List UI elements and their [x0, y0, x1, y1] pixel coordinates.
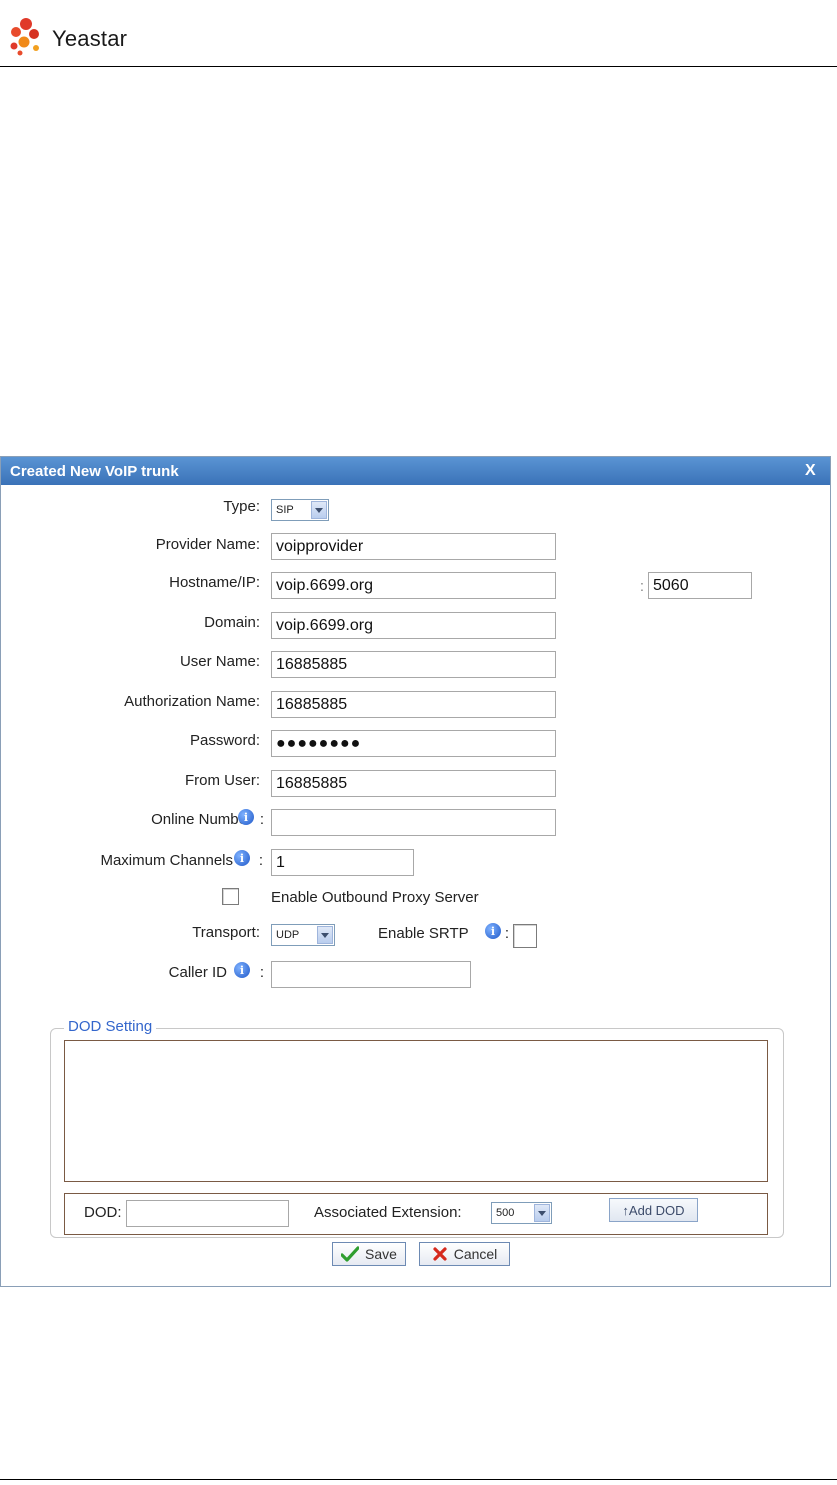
- chevron-down-icon: [311, 501, 327, 519]
- provider-name-label: Provider Name:: [155, 536, 260, 553]
- info-icon[interactable]: i: [238, 809, 254, 825]
- cancel-label: Cancel: [453, 1246, 498, 1262]
- outbound-proxy-label: Enable Outbound Proxy Server: [271, 889, 479, 906]
- close-button[interactable]: X: [805, 462, 816, 480]
- max-channels-input[interactable]: [271, 849, 414, 876]
- online-number-input[interactable]: [271, 809, 556, 836]
- user-name-label: User Name:: [179, 653, 260, 670]
- password-label: Password:: [189, 732, 260, 749]
- outbound-proxy-checkbox[interactable]: [222, 888, 239, 905]
- transport-label: Transport:: [192, 924, 260, 941]
- dod-label: DOD:: [84, 1204, 122, 1221]
- assoc-ext-select[interactable]: 500: [491, 1202, 552, 1224]
- domain-label: Domain:: [204, 614, 260, 631]
- srtp-label: Enable SRTP: [378, 925, 469, 942]
- max-channels-label: Maximum Channels: [100, 852, 233, 869]
- transport-select-value: UDP: [276, 929, 300, 941]
- assoc-ext-label: Associated Extension:: [314, 1204, 462, 1221]
- user-name-input[interactable]: [271, 651, 556, 678]
- max-channels-colon: :: [258, 852, 263, 869]
- caller-id-input[interactable]: [271, 961, 471, 988]
- transport-select[interactable]: UDP: [271, 924, 335, 946]
- info-icon[interactable]: i: [234, 962, 250, 978]
- online-number-label: Online Number: [151, 811, 252, 828]
- auth-name-input[interactable]: [271, 691, 556, 718]
- online-number-colon: :: [259, 811, 264, 828]
- footer-divider: [0, 1479, 837, 1480]
- chevron-down-icon: [534, 1204, 550, 1222]
- chevron-down-icon: [317, 926, 333, 944]
- dod-setting-legend: DOD Setting: [64, 1018, 157, 1035]
- from-user-input[interactable]: [271, 770, 556, 797]
- add-dod-button[interactable]: ↑Add DOD: [609, 1198, 698, 1222]
- hostname-input[interactable]: [271, 572, 556, 599]
- dod-input[interactable]: [126, 1200, 289, 1227]
- cancel-button[interactable]: Cancel: [419, 1242, 510, 1266]
- hostname-label: Hostname/IP:: [169, 574, 260, 591]
- header-divider: [0, 66, 837, 67]
- port-input[interactable]: [648, 572, 752, 599]
- provider-name-input[interactable]: [271, 533, 556, 560]
- auth-name-label: Authorization Name:: [124, 693, 260, 710]
- assoc-ext-value: 500: [496, 1207, 515, 1219]
- from-user-label: From User:: [185, 772, 260, 789]
- dialog-title: Created New VoIP trunk: [10, 463, 179, 480]
- checkmark-icon: [341, 1246, 360, 1262]
- close-icon: [433, 1247, 447, 1261]
- type-select[interactable]: SIP: [271, 499, 329, 521]
- type-select-value: SIP: [276, 504, 294, 516]
- info-icon[interactable]: i: [234, 850, 250, 866]
- port-separator: :: [639, 578, 644, 595]
- save-button[interactable]: Save: [332, 1242, 406, 1266]
- srtp-checkbox[interactable]: [513, 924, 537, 948]
- save-label: Save: [365, 1246, 397, 1262]
- srtp-colon: :: [504, 925, 509, 942]
- domain-input[interactable]: [271, 612, 556, 639]
- dod-list[interactable]: [64, 1040, 768, 1182]
- password-input[interactable]: [271, 730, 556, 757]
- brand-name: Yeastar: [52, 26, 128, 51]
- caller-id-label: Caller ID: [168, 964, 227, 981]
- yeastar-logo-icon: [10, 18, 39, 56]
- info-icon[interactable]: i: [485, 923, 501, 939]
- caller-id-colon: :: [259, 964, 264, 981]
- type-label: Type:: [223, 498, 260, 515]
